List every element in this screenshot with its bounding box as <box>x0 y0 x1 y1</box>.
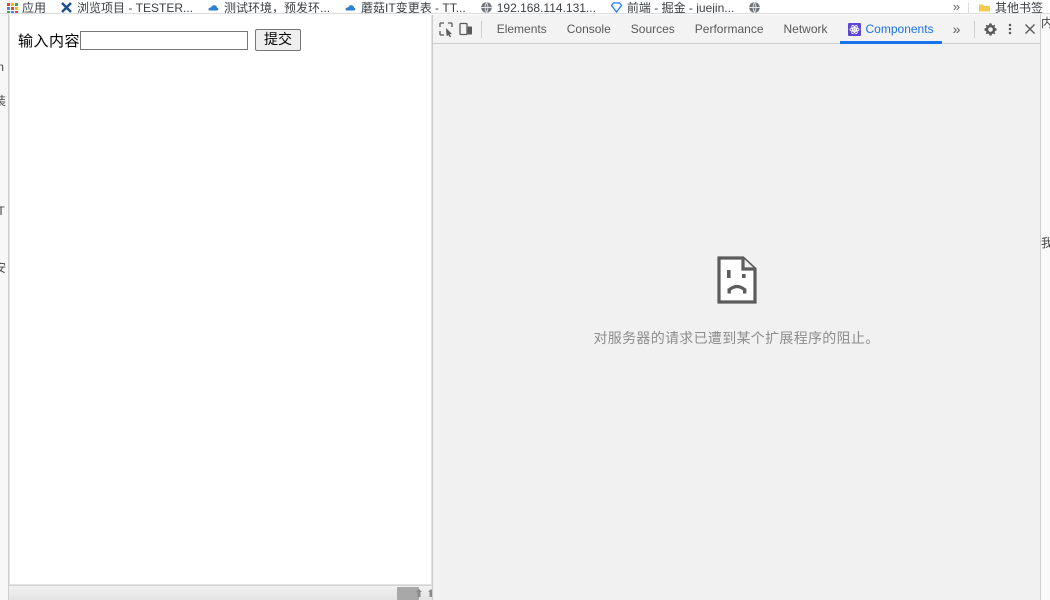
globe-favicon <box>748 1 761 13</box>
bookmark-item-other-bookmarks[interactable]: 其他书签 <box>971 0 1050 13</box>
tab-label: Performance <box>694 22 764 36</box>
background-window-left-edge: m 装 IT 安 <box>0 14 9 600</box>
tab-elements[interactable]: Elements <box>487 15 557 44</box>
request-blocked-message: 对服务器的请求已遭到某个扩展程序的阻止。 <box>594 255 880 348</box>
submit-button[interactable]: 提交 <box>255 29 302 51</box>
bookmark-item-ip-address[interactable]: 192.168.114.131... <box>473 0 603 13</box>
tab-sources[interactable]: Sources <box>621 15 685 44</box>
background-window-right-edge: 内容 我 <box>1040 14 1050 600</box>
toolbar-separator <box>974 20 976 38</box>
bookmark-item-change-table[interactable]: 蘑菇IT变更表 - TT... <box>337 0 473 13</box>
inspect-element-icon[interactable] <box>436 16 456 42</box>
x-favicon <box>60 1 73 13</box>
tab-label: Elements <box>496 22 547 36</box>
devtools-toolbar: Elements Console Sources Performance Net… <box>433 15 1040 44</box>
bookmark-label: 蘑菇IT变更表 - TT... <box>361 1 466 14</box>
input-form-row: 输入内容 提交 <box>18 29 431 51</box>
sad-page-icon <box>716 255 758 310</box>
react-logo-icon <box>847 22 861 36</box>
diamond-favicon <box>610 1 623 13</box>
page-content: 输入内容 提交 <box>10 15 431 51</box>
close-icon[interactable] <box>1020 16 1040 42</box>
bookmark-label: 其他书签 <box>994 1 1043 14</box>
device-toolbar-icon[interactable] <box>456 16 476 42</box>
tab-performance[interactable]: Performance <box>685 15 774 44</box>
edge-ghost-text: IT <box>0 204 5 218</box>
toolbar-separator <box>480 20 482 38</box>
edge-ghost-text: 我 <box>1041 234 1050 251</box>
tab-label: Sources <box>630 22 675 36</box>
apps-grid-icon <box>7 3 18 13</box>
cloud-favicon <box>207 1 220 13</box>
edge-ghost-text: m <box>0 60 4 74</box>
bookmark-item-apps[interactable]: 应用 <box>0 0 53 13</box>
bookmarks-bar: 应用 浏览项目 - TESTER... 测试环境，预发环... 蘑菇IT变更表 … <box>0 0 1050 14</box>
edge-ghost-text: 装 <box>0 92 6 109</box>
bookmark-label: 浏览项目 - TESTER... <box>77 1 194 14</box>
devtools-tabs: Elements Console Sources Performance Net… <box>487 15 944 44</box>
globe-favicon <box>480 1 493 13</box>
bookmark-item-test-env[interactable]: 测试环境，预发环... <box>200 0 337 13</box>
bookmarks-divider <box>967 3 969 13</box>
edge-ghost-text: 内容 <box>1041 14 1050 31</box>
bookmark-label: 测试环境，预发环... <box>224 1 331 14</box>
page-viewport: 输入内容 提交 <box>9 15 432 585</box>
gear-icon[interactable] <box>980 16 1000 42</box>
kebab-menu-icon[interactable] <box>1000 16 1020 42</box>
bookmark-item-extra[interactable] <box>741 0 772 13</box>
blocked-message-text: 对服务器的请求已遭到某个扩展程序的阻止。 <box>593 331 880 347</box>
edge-ghost-text: 安 <box>0 259 6 276</box>
browser-window: 应用 浏览项目 - TESTER... 测试环境，预发环... 蘑菇IT变更表 … <box>0 0 1050 600</box>
bookmark-item-juejin[interactable]: 前端 - 掘金 - juejin... <box>603 0 741 13</box>
input-content-label: 输入内容 <box>18 31 81 50</box>
tab-label: Components <box>865 22 934 36</box>
bookmark-label: 192.168.114.131... <box>496 1 596 14</box>
tab-network[interactable]: Network <box>774 15 838 44</box>
devtools-content: 对服务器的请求已遭到某个扩展程序的阻止。 <box>433 44 1040 599</box>
more-tabs-button[interactable]: » <box>944 21 970 37</box>
devtools-panel: Elements Console Sources Performance Net… <box>433 15 1040 600</box>
page-horizontal-scrollbar[interactable] <box>9 585 432 600</box>
tab-components[interactable]: Components <box>838 15 944 44</box>
cloud-favicon <box>344 1 357 13</box>
bookmark-item-browse-project[interactable]: 浏览项目 - TESTER... <box>53 0 200 13</box>
bookmark-label: 前端 - 掘金 - juejin... <box>626 1 735 14</box>
tab-label: Console <box>566 22 611 36</box>
bookmarks-overflow-button[interactable]: » <box>947 0 966 13</box>
folder-icon <box>978 1 991 13</box>
content-input[interactable] <box>80 30 249 50</box>
tab-console[interactable]: Console <box>557 15 621 44</box>
tab-label: Network <box>783 22 828 36</box>
bookmark-label: 应用 <box>22 1 47 14</box>
